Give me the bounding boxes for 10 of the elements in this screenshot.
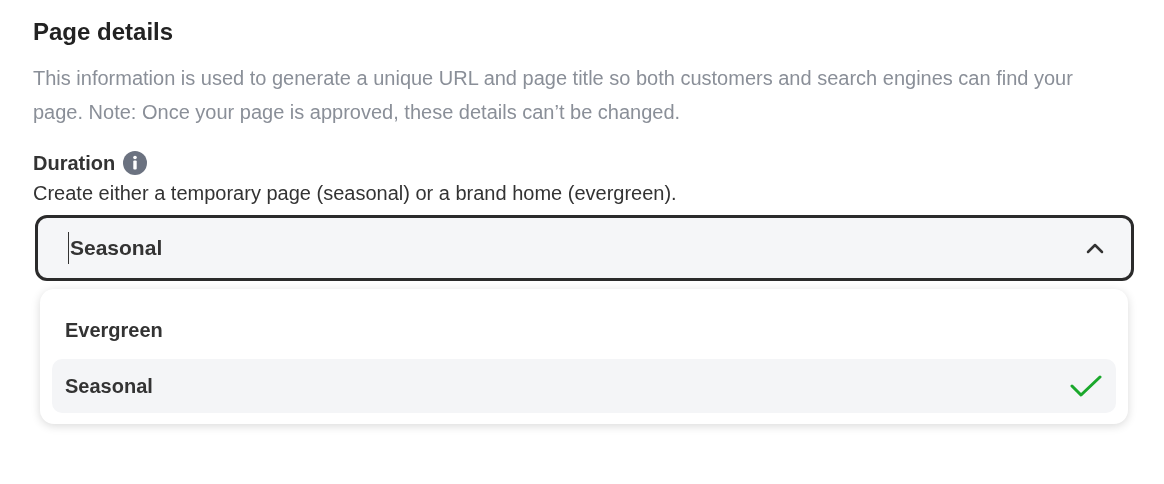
section-title: Page details: [33, 17, 175, 47]
field-label: Duration: [33, 151, 116, 176]
duration-select[interactable]: Seasonal: [35, 215, 1134, 281]
info-icon[interactable]: [123, 151, 148, 175]
dropdown-option[interactable]: Seasonal: [52, 359, 1116, 413]
checkmark-icon: [1070, 374, 1102, 398]
select-value: Seasonal: [68, 232, 163, 264]
section-description: This information is used to generate a unique URL and page title so both customers and search engines can find your page. Note: Once your page is approved, these details can’t be changed.: [33, 66, 1074, 125]
chevron-up-icon: [1085, 242, 1105, 254]
field-hint: Create either a temporary page (seasonal) or a brand home (evergreen).: [33, 181, 678, 206]
